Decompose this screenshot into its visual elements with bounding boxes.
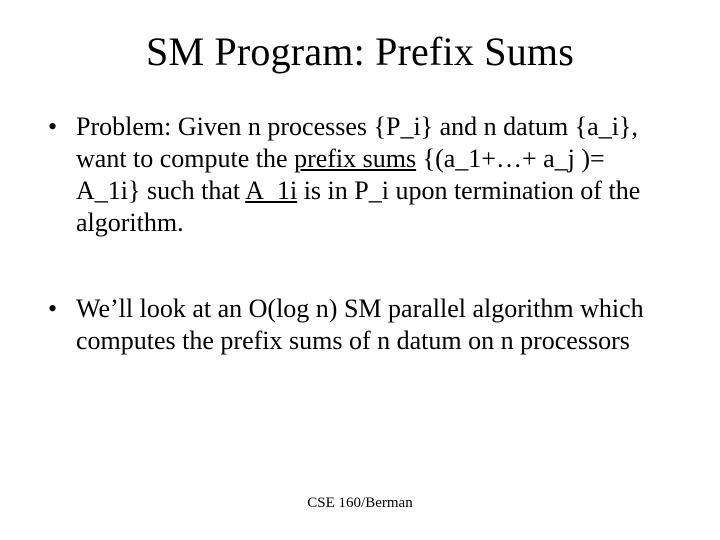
bullet-text-underline-prefix-sums: prefix sums [294, 144, 416, 173]
bullet-text-underline-a1i: A_1i [245, 176, 297, 205]
bullet-item-algorithm: We’ll look at an O(log n) SM parallel al… [48, 293, 672, 357]
bullet-item-problem: Problem: Given n processes {P_i} and n d… [48, 111, 672, 239]
slide-title: SM Program: Prefix Sums [48, 28, 672, 75]
slide: SM Program: Prefix Sums Problem: Given n… [0, 0, 720, 540]
slide-footer: CSE 160/Berman [0, 495, 720, 512]
bullet-list: Problem: Given n processes {P_i} and n d… [48, 111, 672, 357]
